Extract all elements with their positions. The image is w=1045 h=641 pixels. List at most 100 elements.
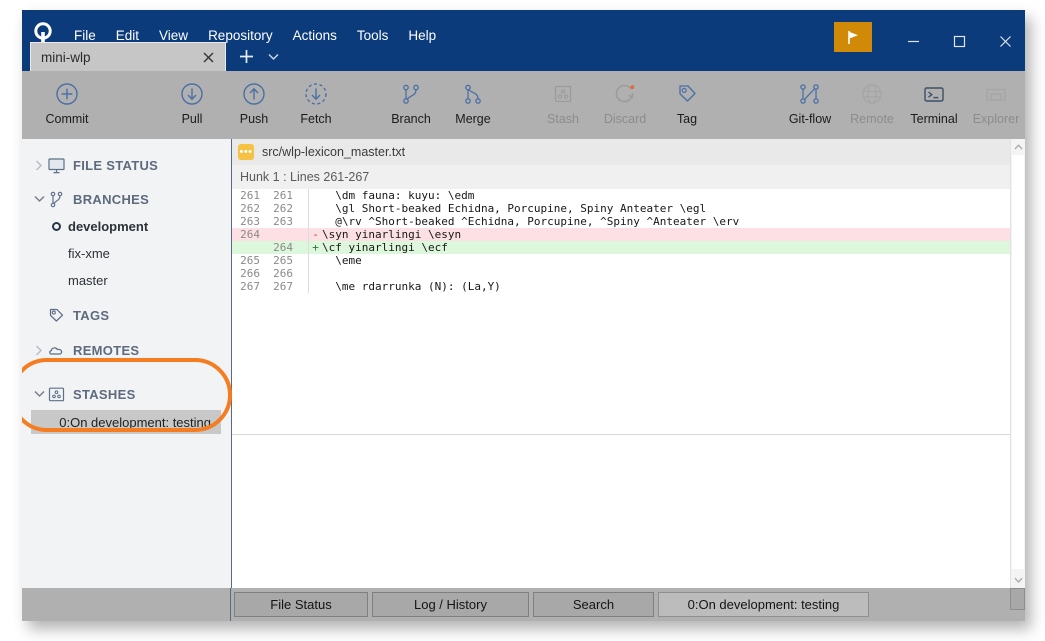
new-tab-button[interactable]	[234, 45, 258, 68]
gitflow-icon	[795, 78, 825, 110]
toolbar-commit[interactable]: Commit	[36, 78, 98, 134]
diff-line-added[interactable]: 264 + \cf yinarlingi \ecf	[232, 241, 1010, 254]
toolbar-explorer-label: Explorer	[972, 112, 1020, 126]
toolbar-tag[interactable]: Tag	[656, 78, 718, 134]
toolbar-merge-label: Merge	[455, 112, 491, 126]
toolbar-branch[interactable]: Branch	[380, 78, 442, 134]
diff-marker: +	[312, 241, 319, 254]
diff-panel: ••• src/wlp-lexicon_master.txt Hunk 1 : …	[232, 139, 1025, 588]
sidebar-group-branches-label: BRANCHES	[73, 191, 150, 207]
tag-icon	[673, 78, 701, 110]
tab-label: mini-wlp	[41, 49, 91, 65]
chevron-down-icon[interactable]	[32, 387, 46, 401]
sidebar-branch-master[interactable]: master	[22, 267, 231, 294]
sidebar-group-tags[interactable]: TAGS	[22, 301, 231, 329]
diff-line-text: \cf yinarlingi \ecf	[322, 241, 448, 254]
sidebar-branch-fix-xme[interactable]: fix-xme	[22, 240, 231, 267]
toolbar-merge[interactable]: Merge	[442, 78, 504, 134]
toolbar-explorer[interactable]: Explorer	[965, 78, 1025, 134]
diff-gutter-separator	[298, 267, 309, 280]
toolbar-discard[interactable]: Discard	[594, 78, 656, 134]
merge-icon	[459, 78, 487, 110]
body-area: FILE STATUS BRANCHES development fix-xme…	[22, 139, 1025, 621]
diff-line[interactable]: 263 263 @\rv ^Short-beaked ^Echidna, Por…	[232, 215, 1010, 228]
sidebar-group-tags-label: TAGS	[73, 307, 110, 323]
chevron-down-icon[interactable]	[32, 192, 46, 206]
toolbar-remote[interactable]: Remote	[841, 78, 903, 134]
chevron-down-icon	[267, 53, 279, 61]
sidebar-group-remotes[interactable]: REMOTES	[22, 336, 231, 364]
bottom-tab-label: 0:On development: testing	[687, 597, 840, 612]
diff-old-line-number: 263	[240, 215, 260, 228]
diff-hunk-label: Hunk 1 : Lines 261-267	[240, 170, 370, 184]
toolbar-stash[interactable]: Stash	[532, 78, 594, 134]
tab-mini-wlp[interactable]: mini-wlp	[30, 42, 226, 71]
diff-lines: 261 261 \dm fauna: kuyu: \edm 262 262 \g…	[232, 189, 1010, 293]
sidebar-branch-development[interactable]: development	[22, 213, 231, 240]
bottom-tab-file-status[interactable]: File Status	[234, 592, 368, 617]
toolbar-pull[interactable]: Pull	[161, 78, 223, 134]
diff-line-text: \gl Short-beaked Echidna, Porcupine, Spi…	[322, 202, 707, 215]
bottom-tab-label: File Status	[270, 597, 332, 612]
sidebar-branch-label: development	[68, 219, 149, 234]
terminal-icon	[920, 78, 948, 110]
scroll-up-icon[interactable]	[1011, 139, 1025, 154]
scrollbar-thumb[interactable]	[1012, 155, 1024, 569]
plus-icon	[238, 48, 255, 65]
diff-content-divider	[232, 434, 1010, 435]
sidebar-stash-item[interactable]: 0:On development: testing	[31, 410, 221, 434]
sidebar-branch-label: master	[68, 273, 108, 288]
chevron-right-icon[interactable]	[32, 343, 46, 357]
toolbar-push[interactable]: Push	[223, 78, 285, 134]
diff-new-line-number: 267	[273, 280, 293, 293]
diff-new-line-number: 263	[273, 215, 293, 228]
diff-hunk-header[interactable]: Hunk 1 : Lines 261-267	[232, 165, 1010, 190]
bottom-tab-label: Search	[572, 597, 615, 612]
bottom-tab-stash[interactable]: 0:On development: testing	[658, 592, 869, 617]
diff-line[interactable]: 266 266	[232, 267, 1010, 280]
tab-dropdown-button[interactable]	[262, 45, 284, 68]
sidebar-group-branches[interactable]: BRANCHES	[22, 185, 231, 213]
folder-icon	[982, 78, 1010, 110]
toolbar-gitflow[interactable]: Git-flow	[779, 78, 841, 134]
diff-line-text: \me rdarrunka (N): (La,Y)	[322, 280, 501, 293]
sidebar: FILE STATUS BRANCHES development fix-xme…	[22, 139, 232, 588]
diff-new-line-number: 261	[273, 189, 293, 202]
diff-line-text: @\rv ^Short-beaked ^Echidna, Porcupine, …	[322, 215, 740, 228]
monitor-icon	[46, 155, 66, 175]
toolbar-stash-label: Stash	[547, 112, 579, 126]
stash-icon	[549, 78, 577, 110]
arrow-down-circle-icon	[178, 78, 206, 110]
diff-line-text: \syn yinarlingi \esyn	[322, 228, 462, 241]
toolbar-pull-label: Pull	[181, 112, 203, 126]
bottom-tab-label: Log / History	[414, 597, 487, 612]
diff-line[interactable]: 262 262 \gl Short-beaked Echidna, Porcup…	[232, 202, 1010, 215]
toolbar-terminal[interactable]: Terminal	[903, 78, 965, 134]
bottom-tab-log-history[interactable]: Log / History	[372, 592, 529, 617]
toolbar-remote-label: Remote	[850, 112, 894, 126]
scroll-down-icon[interactable]	[1011, 572, 1025, 587]
sidebar-group-stashes[interactable]: STASHES	[22, 380, 231, 408]
diff-vertical-scrollbar[interactable]	[1010, 139, 1025, 588]
diff-old-line-number: 267	[240, 280, 260, 293]
sidebar-group-file-status-label: FILE STATUS	[73, 157, 159, 173]
diff-gutter-separator	[298, 241, 309, 254]
diff-gutter-separator	[298, 215, 309, 228]
diff-file-header[interactable]: ••• src/wlp-lexicon_master.txt	[232, 139, 1010, 166]
diff-new-line-number: 266	[273, 267, 293, 280]
chevron-right-icon[interactable]	[32, 158, 46, 172]
diff-line[interactable]: 267 267 \me rdarrunka (N): (La,Y)	[232, 280, 1010, 293]
sidebar-group-file-status[interactable]: FILE STATUS	[22, 151, 231, 179]
diff-gutter-separator	[298, 189, 309, 202]
tab-close-icon[interactable]	[197, 46, 219, 68]
diff-line[interactable]: 265 265 \eme	[232, 254, 1010, 267]
diff-gutter-separator	[298, 228, 309, 241]
bottom-tab-search[interactable]: Search	[533, 592, 654, 617]
diff-line[interactable]: 261 261 \dm fauna: kuyu: \edm	[232, 189, 1010, 202]
toolbar-branch-label: Branch	[391, 112, 431, 126]
toolbar-fetch[interactable]: Fetch	[285, 78, 347, 134]
diff-line-removed[interactable]: 264 - \syn yinarlingi \esyn	[232, 228, 1010, 241]
diff-old-line-number: 265	[240, 254, 260, 267]
branch-icon	[46, 189, 66, 209]
diff-line-text: \dm fauna: kuyu: \edm	[322, 189, 475, 202]
